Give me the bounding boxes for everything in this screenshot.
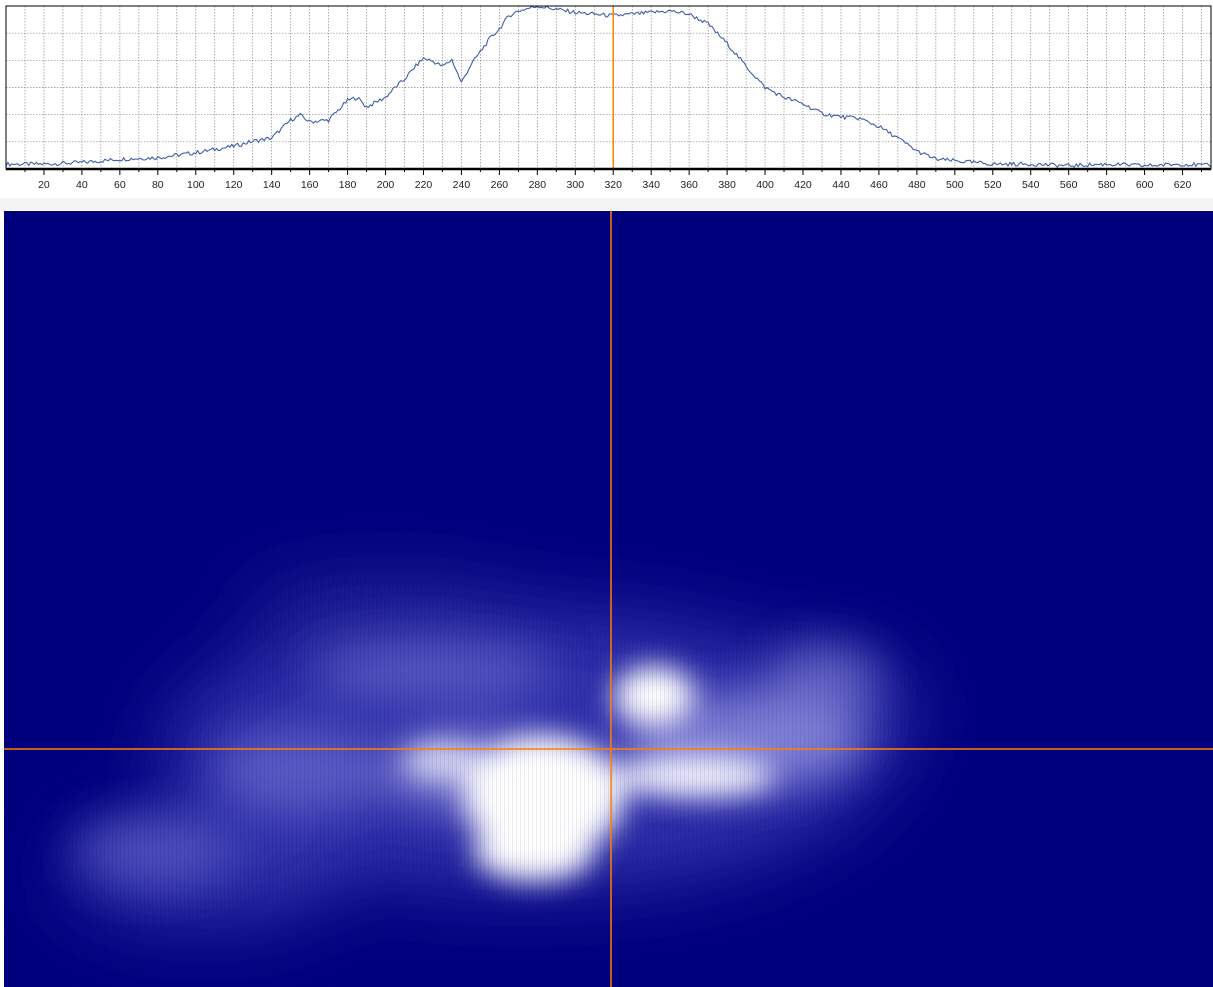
x-tick-label: 160 (301, 179, 319, 191)
x-tick-label: 440 (832, 179, 850, 191)
x-tick-label: 420 (794, 179, 812, 191)
beam-profiler-view: 20 40 60 80 100 120 140 160 180 200 220 240 260 280 30… (0, 0, 1213, 987)
sensor-stripes (4, 211, 1213, 987)
panel-separator (0, 198, 1213, 210)
x-tick-label: 560 (1060, 179, 1078, 191)
horizontal-profile-chart[interactable]: 20 40 60 80 100 120 140 160 180 200 220 240 260 280 30… (0, 0, 1213, 206)
x-tick-label: 180 (339, 179, 357, 191)
x-tick-label: 460 (870, 179, 888, 191)
x-tick-label: 340 (642, 179, 660, 191)
x-tick-label: 40 (76, 179, 88, 191)
x-tick-label: 140 (263, 179, 281, 191)
x-tick-label: 300 (567, 179, 585, 191)
x-tick-label: 80 (152, 179, 164, 191)
x-tick-label: 220 (415, 179, 433, 191)
x-tick-label: 240 (453, 179, 471, 191)
x-tick-label: 20 (38, 179, 50, 191)
x-tick-label: 480 (908, 179, 926, 191)
x-tick-label: 120 (225, 179, 243, 191)
profile-plot: 20 40 60 80 100 120 140 160 180 200 220 240 260 280 30… (5, 5, 1212, 191)
x-tick-label: 540 (1022, 179, 1040, 191)
x-tick-label: 200 (377, 179, 395, 191)
x-axis-ticks: 20 40 60 80 100 120 140 160 180 200 220 240 260 280 30… (24, 169, 1203, 191)
x-tick-label: 380 (718, 179, 736, 191)
beam-heatmap (4, 211, 1213, 987)
x-tick-label: 100 (187, 179, 205, 191)
x-tick-label: 260 (491, 179, 509, 191)
x-tick-label: 400 (756, 179, 774, 191)
x-tick-label: 580 (1098, 179, 1116, 191)
x-tick-label: 320 (604, 179, 622, 191)
x-tick-label: 620 (1174, 179, 1192, 191)
x-tick-label: 360 (680, 179, 698, 191)
x-tick-label: 520 (984, 179, 1002, 191)
x-tick-label: 600 (1136, 179, 1154, 191)
beam-intensity-image[interactable] (4, 211, 1213, 987)
x-tick-label: 280 (529, 179, 547, 191)
x-tick-label: 500 (946, 179, 964, 191)
x-tick-label: 60 (114, 179, 126, 191)
